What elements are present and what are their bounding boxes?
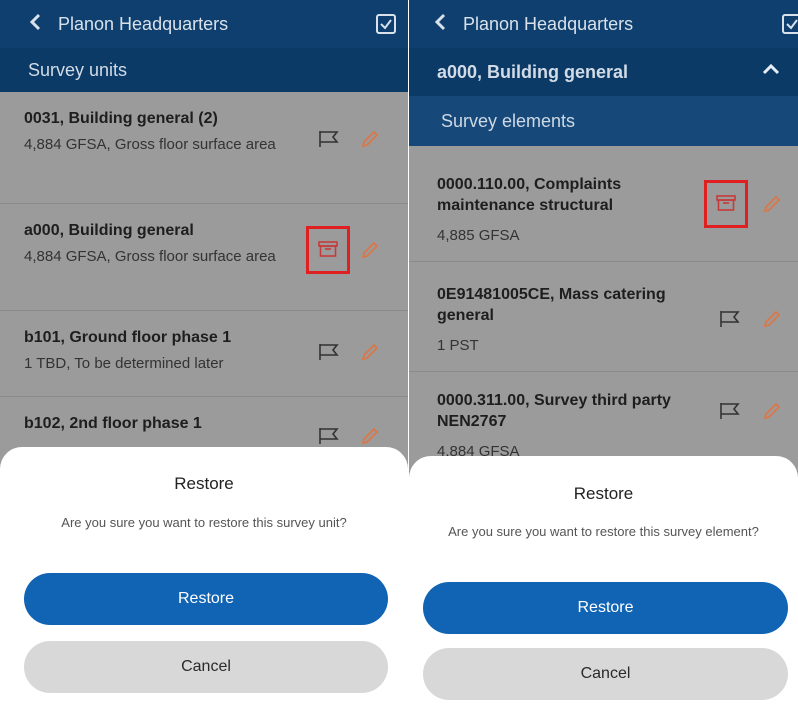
pencil-icon[interactable] bbox=[762, 194, 782, 214]
list-item[interactable]: 0000.110.00, Complaints maintenance stru… bbox=[409, 146, 798, 262]
pencil-icon[interactable] bbox=[762, 401, 782, 421]
chevron-up-icon[interactable] bbox=[762, 62, 780, 76]
list-item[interactable]: b101, Ground floor phase 1 1 TBD, To be … bbox=[0, 311, 408, 397]
survey-units-screen: Planon Headquarters Survey units 0031, B… bbox=[0, 0, 408, 709]
header-title: Planon Headquarters bbox=[58, 13, 229, 34]
item-name: a000, Building general bbox=[24, 222, 194, 239]
item-name: 0000.110.00, Complaints maintenance stru… bbox=[437, 176, 622, 214]
item-name: 0E91481005CE, Mass catering general bbox=[437, 286, 666, 324]
pencil-icon[interactable] bbox=[360, 342, 380, 362]
list-item[interactable]: 0E91481005CE, Mass catering general 1 PS… bbox=[409, 262, 798, 372]
back-chevron-icon[interactable] bbox=[28, 13, 50, 35]
flag-icon[interactable] bbox=[318, 343, 340, 361]
survey-unit-list: 0031, Building general (2) 4,884 GFSA, G… bbox=[0, 92, 408, 477]
restore-button[interactable]: Restore bbox=[423, 582, 788, 634]
item-description: 1 PST bbox=[437, 337, 479, 354]
list-item[interactable]: 0031, Building general (2) 4,884 GFSA, G… bbox=[0, 92, 408, 204]
pencil-icon[interactable] bbox=[762, 309, 782, 329]
item-name: b101, Ground floor phase 1 bbox=[24, 329, 232, 346]
pencil-icon[interactable] bbox=[360, 426, 380, 446]
section-header[interactable]: a000, Building general bbox=[409, 48, 798, 96]
item-description: 1 TBD, To be determined later bbox=[24, 355, 224, 372]
item-description: 4,884 GFSA, Gross floor surface area bbox=[24, 136, 276, 153]
section-title: a000, Building general bbox=[437, 61, 629, 82]
restore-dialog: Restore Are you sure you want to restore… bbox=[409, 456, 798, 709]
dialog-message: Are you sure you want to restore this su… bbox=[61, 515, 347, 530]
cancel-button[interactable]: Cancel bbox=[24, 641, 388, 693]
survey-element-list: 0000.110.00, Complaints maintenance stru… bbox=[409, 146, 798, 472]
pencil-icon[interactable] bbox=[360, 129, 380, 149]
dialog-title: Restore bbox=[573, 484, 634, 503]
item-name: 0000.311.00, Survey third party NEN2767 bbox=[437, 392, 671, 430]
pencil-icon[interactable] bbox=[360, 240, 380, 260]
item-name: 0031, Building general (2) bbox=[24, 110, 218, 127]
dialog-title: Restore bbox=[174, 474, 234, 493]
flag-icon[interactable] bbox=[318, 427, 340, 445]
archive-box-icon[interactable] bbox=[318, 240, 338, 258]
archive-box-icon[interactable] bbox=[716, 194, 736, 212]
restore-dialog: Restore Are you sure you want to restore… bbox=[0, 447, 408, 709]
item-name: b102, 2nd floor phase 1 bbox=[24, 415, 202, 432]
subheader-survey-units: Survey units bbox=[0, 48, 408, 92]
subheader-survey-elements: Survey elements bbox=[409, 96, 798, 146]
flag-icon[interactable] bbox=[318, 130, 340, 148]
restore-button[interactable]: Restore bbox=[24, 573, 388, 625]
back-chevron-icon[interactable] bbox=[433, 13, 455, 35]
item-description: 4,885 GFSA bbox=[437, 227, 520, 244]
survey-elements-screen: Planon Headquarters a000, Building gener… bbox=[409, 0, 798, 709]
item-description: 4,884 GFSA, Gross floor surface area bbox=[24, 248, 276, 265]
dialog-message: Are you sure you want to restore this su… bbox=[448, 524, 759, 539]
flag-icon[interactable] bbox=[719, 402, 741, 420]
list-item[interactable]: a000, Building general 4,884 GFSA, Gross… bbox=[0, 204, 408, 311]
flag-icon[interactable] bbox=[719, 310, 741, 328]
app-header: Planon Headquarters bbox=[0, 0, 408, 48]
header-title: Planon Headquarters bbox=[463, 13, 634, 34]
cancel-button[interactable]: Cancel bbox=[423, 648, 788, 700]
checkbox-icon[interactable] bbox=[376, 14, 396, 34]
checkbox-icon[interactable] bbox=[782, 14, 798, 34]
app-header: Planon Headquarters bbox=[409, 0, 798, 48]
